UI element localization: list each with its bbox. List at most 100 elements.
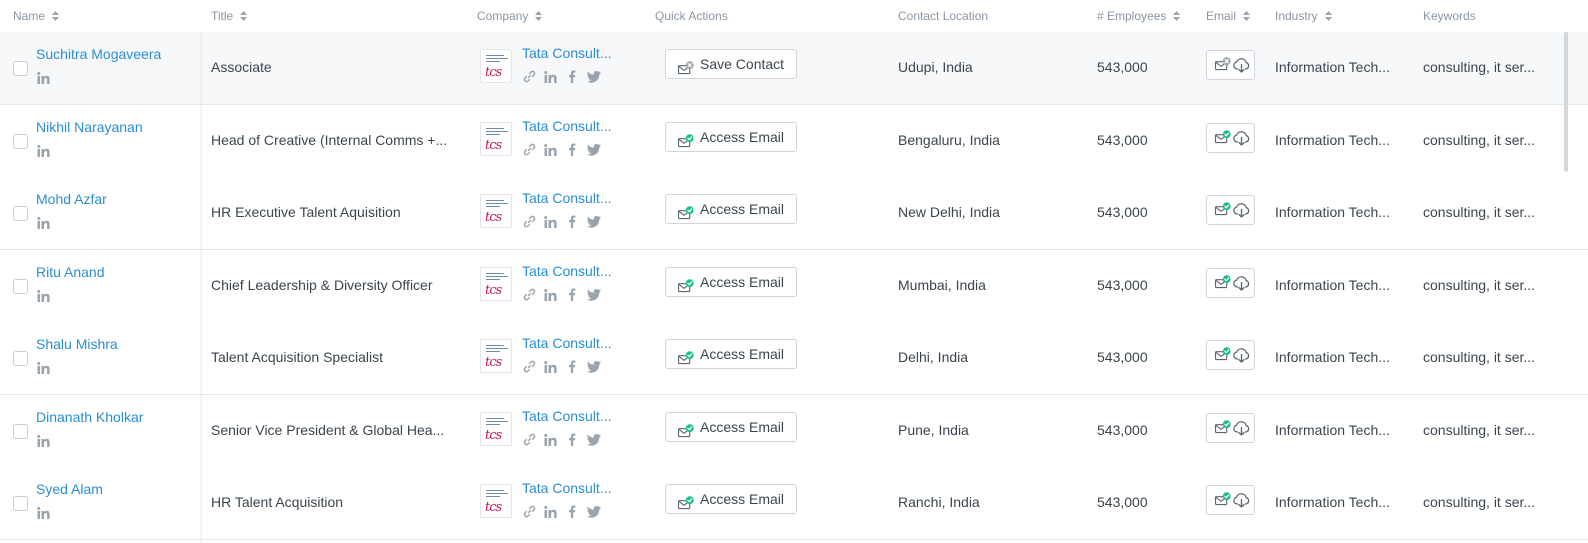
- email-status-button[interactable]: [1206, 267, 1255, 298]
- column-header-keywords: Keywords: [1423, 0, 1476, 32]
- company-linkedin-icon[interactable]: [544, 360, 557, 378]
- contact-name-link[interactable]: Ritu Anand: [36, 264, 105, 280]
- sort-icon[interactable]: [240, 1, 248, 34]
- contact-title: Associate: [211, 59, 272, 75]
- contact-title: Chief Leadership & Diversity Officer: [211, 276, 433, 293]
- website-link-icon[interactable]: [523, 505, 536, 523]
- quick-action-button[interactable]: Access Email: [665, 339, 798, 369]
- twitter-icon[interactable]: [587, 70, 601, 88]
- twitter-icon[interactable]: [587, 433, 601, 451]
- sort-icon[interactable]: [535, 1, 543, 34]
- website-link-icon[interactable]: [523, 288, 536, 306]
- twitter-icon[interactable]: [587, 288, 601, 306]
- company-name-link[interactable]: Tata Consult...: [522, 190, 612, 206]
- column-header-email[interactable]: Email: [1206, 0, 1251, 34]
- facebook-icon[interactable]: [568, 70, 576, 88]
- quick-action-button[interactable]: Access Email: [665, 266, 798, 297]
- row-checkbox[interactable]: [13, 206, 28, 221]
- column-header-company[interactable]: Company: [477, 0, 543, 34]
- contact-name-link[interactable]: Nikhil Narayanan: [36, 119, 143, 135]
- contact-title: Head of Creative (Internal Comms +...: [211, 131, 448, 148]
- sort-icon[interactable]: [52, 1, 60, 34]
- email-status-button[interactable]: [1206, 122, 1255, 153]
- contact-name-link[interactable]: Suchitra Mogaveera: [36, 46, 161, 62]
- twitter-icon[interactable]: [587, 360, 601, 378]
- column-header-name[interactable]: Name: [13, 0, 60, 34]
- twitter-icon[interactable]: [587, 143, 601, 161]
- linkedin-icon[interactable]: [37, 506, 50, 524]
- sort-icon[interactable]: [1173, 1, 1181, 34]
- email-status-button[interactable]: [1206, 50, 1255, 80]
- quick-action-button[interactable]: Access Email: [665, 484, 798, 514]
- table-row: Suchitra Mogaveera Associate tcs Tata Co…: [0, 32, 1588, 105]
- column-header-industry[interactable]: Industry: [1275, 0, 1332, 32]
- linkedin-icon[interactable]: [37, 144, 50, 162]
- facebook-icon[interactable]: [568, 360, 576, 378]
- download-icon: [1233, 203, 1250, 223]
- company-linkedin-icon[interactable]: [544, 143, 557, 161]
- column-header-title[interactable]: Title: [211, 0, 248, 34]
- facebook-icon[interactable]: [568, 433, 576, 451]
- company-logo: tcs: [480, 266, 512, 301]
- contact-name-link[interactable]: Mohd Azfar: [36, 191, 107, 207]
- contact-name-link[interactable]: Syed Alam: [36, 481, 103, 497]
- twitter-icon[interactable]: [587, 505, 601, 523]
- sort-icon[interactable]: [1324, 1, 1332, 34]
- table-header: Name Title Company Quick Actions Contact…: [0, 0, 1588, 33]
- email-status-button[interactable]: [1206, 485, 1255, 515]
- company-name-link[interactable]: Tata Consult...: [522, 408, 612, 424]
- linkedin-icon[interactable]: [37, 361, 50, 379]
- contact-name-link[interactable]: Shalu Mishra: [36, 336, 118, 352]
- quick-action-button[interactable]: Access Email: [665, 411, 798, 442]
- quick-action-button[interactable]: Access Email: [665, 121, 798, 152]
- company-name-link[interactable]: Tata Consult...: [522, 335, 612, 351]
- website-link-icon[interactable]: [523, 433, 536, 451]
- facebook-icon[interactable]: [568, 505, 576, 523]
- keywords: consulting, it ser...: [1423, 131, 1536, 148]
- company-name-link[interactable]: Tata Consult...: [522, 263, 612, 279]
- quick-action-button[interactable]: Save Contact: [665, 49, 798, 79]
- email-status-button[interactable]: [1206, 340, 1255, 370]
- website-link-icon[interactable]: [523, 360, 536, 378]
- company-linkedin-icon[interactable]: [544, 505, 557, 523]
- row-checkbox[interactable]: [13, 61, 28, 76]
- company-name-link[interactable]: Tata Consult...: [522, 480, 612, 496]
- sticky-column-shadow: [200, 32, 203, 543]
- employee-count: 543,000: [1097, 421, 1148, 438]
- facebook-icon[interactable]: [568, 143, 576, 161]
- website-link-icon[interactable]: [523, 215, 536, 233]
- company-linkedin-icon[interactable]: [544, 288, 557, 306]
- row-checkbox[interactable]: [13, 423, 28, 439]
- facebook-icon[interactable]: [568, 215, 576, 233]
- industry: Information Tech...: [1275, 59, 1390, 75]
- linkedin-icon[interactable]: [37, 289, 50, 307]
- company-linkedin-icon[interactable]: [544, 433, 557, 451]
- website-link-icon[interactable]: [523, 70, 536, 88]
- column-header-employees[interactable]: # Employees: [1097, 0, 1181, 34]
- facebook-icon[interactable]: [568, 288, 576, 306]
- vertical-scrollbar[interactable]: [1564, 32, 1568, 172]
- sort-icon[interactable]: [1243, 1, 1251, 34]
- linkedin-icon[interactable]: [37, 216, 50, 234]
- linkedin-icon[interactable]: [37, 434, 50, 452]
- row-checkbox[interactable]: [13, 496, 28, 511]
- column-header-title-label: Title: [211, 9, 234, 23]
- email-status-button[interactable]: [1206, 195, 1255, 225]
- contact-name-link[interactable]: Dinanath Kholkar: [36, 409, 143, 425]
- company-logo: tcs: [480, 49, 512, 83]
- twitter-icon[interactable]: [587, 215, 601, 233]
- company-name-link[interactable]: Tata Consult...: [522, 45, 612, 61]
- company-linkedin-icon[interactable]: [544, 70, 557, 88]
- website-link-icon[interactable]: [523, 143, 536, 161]
- row-checkbox[interactable]: [13, 278, 28, 294]
- company-logo: tcs: [480, 194, 512, 228]
- column-header-contact-location-label: Contact Location: [898, 9, 989, 23]
- linkedin-icon[interactable]: [37, 71, 50, 89]
- keywords: consulting, it ser...: [1423, 421, 1536, 438]
- quick-action-button[interactable]: Access Email: [665, 194, 798, 224]
- email-status-button[interactable]: [1206, 412, 1255, 443]
- row-checkbox[interactable]: [13, 351, 28, 366]
- company-linkedin-icon[interactable]: [544, 215, 557, 233]
- row-checkbox[interactable]: [13, 133, 28, 149]
- company-name-link[interactable]: Tata Consult...: [522, 118, 612, 134]
